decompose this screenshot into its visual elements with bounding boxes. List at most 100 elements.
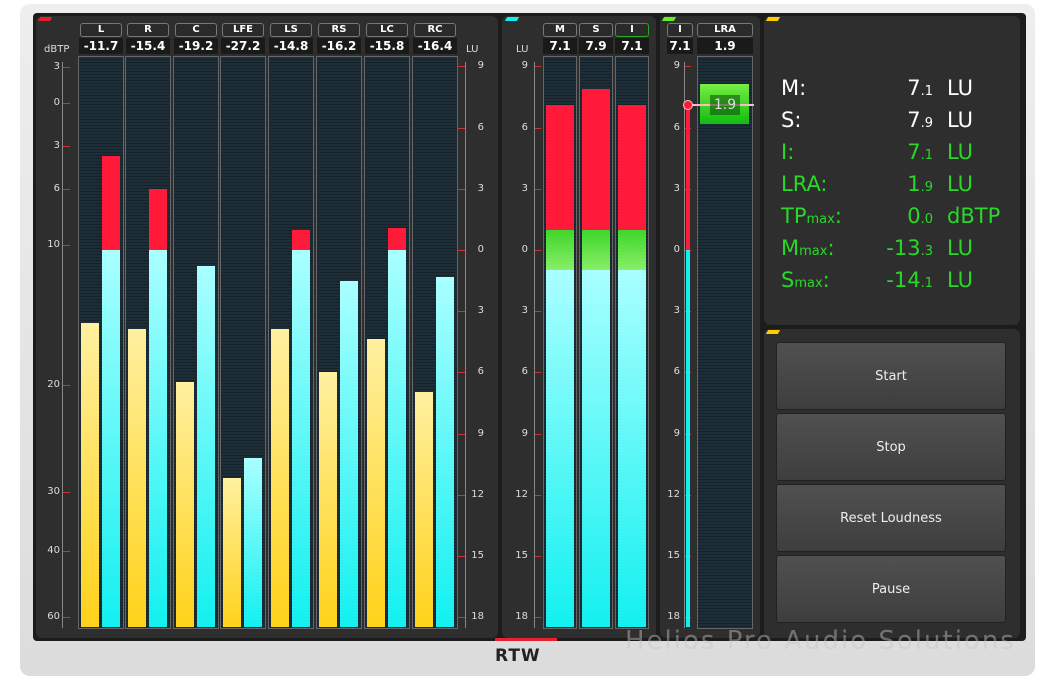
over-bar	[582, 88, 610, 230]
dbtp-tick-mark	[63, 385, 70, 386]
loudness-bar	[102, 250, 120, 627]
msi-unit-label: LU	[516, 44, 529, 55]
dbtp-tick-label: 6	[53, 183, 60, 194]
lu-tick-label: 0	[673, 244, 680, 255]
loudness-bar	[292, 250, 310, 627]
channel-label-lfe: LFE	[222, 23, 264, 37]
pause-button[interactable]: Pause	[776, 555, 1006, 623]
lu-tick-mark	[534, 127, 541, 129]
target-zone-bar	[546, 229, 574, 271]
lu-scale-line	[465, 62, 466, 628]
summary-label: I:	[781, 140, 795, 164]
channel-peak-readout: -27.2	[221, 38, 265, 54]
dbtp-unit-label: dBTP	[44, 44, 70, 55]
panel-tag-yellow-2	[765, 330, 781, 334]
lu-tick-label: 12	[515, 488, 528, 500]
meter-readout: 7.9	[579, 38, 613, 54]
channel-label-ls: LS	[270, 23, 312, 37]
summary-value: 0.0	[907, 204, 933, 228]
lu-tick-label: 12	[471, 488, 484, 500]
peak-bar	[415, 392, 433, 627]
loudness-bar	[244, 458, 262, 627]
dbtp-tick-label: 30	[47, 486, 60, 497]
summary-label: LRA:	[781, 172, 828, 196]
loudness-bar	[197, 266, 215, 627]
integrated-over-bar	[686, 105, 690, 250]
over-bar	[292, 229, 310, 250]
lu-tick-mark	[534, 617, 541, 619]
lu-tick-mark	[458, 494, 465, 496]
lu-tick-label: 3	[521, 305, 528, 317]
peak-bar	[176, 382, 194, 627]
lu-tick-mark	[458, 617, 465, 619]
integrated-bar	[686, 250, 690, 627]
lu-tick-label: 9	[673, 427, 680, 439]
peak-bar	[223, 478, 241, 627]
summary-label: S:	[781, 108, 802, 132]
lu-tick-label: 6	[673, 366, 680, 378]
dbtp-tick-label: 3	[53, 61, 60, 72]
summary-value: 7.9	[907, 108, 933, 132]
dbtp-tick-label: 20	[47, 379, 60, 390]
lu-tick-label: 3	[477, 182, 484, 194]
lu-tick-label: 3	[477, 305, 484, 317]
lu-tick-mark	[458, 556, 465, 557]
dbtp-tick-mark	[63, 492, 70, 493]
peak-bar	[367, 338, 385, 627]
lu-tick-label: 6	[521, 366, 528, 378]
lu-tick-mark	[534, 433, 541, 435]
loudness-bar	[582, 270, 610, 627]
dbtp-tick-label: 10	[47, 239, 60, 250]
summary-unit: LU	[947, 268, 974, 292]
over-bar	[388, 227, 406, 250]
lu-scale-line	[534, 62, 535, 628]
channel-peak-readout: -19.2	[174, 38, 218, 54]
loudness-bar	[388, 250, 406, 627]
lu-tick-mark	[458, 250, 465, 251]
lu-tick-mark	[534, 188, 541, 190]
start-button[interactable]: Start	[776, 342, 1006, 410]
stop-button[interactable]: Stop	[776, 413, 1006, 481]
over-bar	[102, 156, 120, 250]
lu-tick-mark	[534, 66, 541, 68]
channel-peak-readout: -11.7	[79, 38, 123, 54]
loudness-bar	[618, 270, 646, 627]
reset-loudness-button[interactable]: Reset Loudness	[776, 484, 1006, 552]
panel-tag-red	[37, 17, 53, 21]
lu-tick-mark	[458, 127, 465, 129]
dbtp-tick-label: 3	[53, 140, 60, 151]
summary-row: Mmax: -13.3 LU	[781, 234, 1011, 266]
lu-tick-label: 15	[667, 550, 680, 561]
over-bar	[618, 105, 646, 230]
peak-bar	[81, 323, 99, 627]
channel-peak-readout: -15.8	[365, 38, 409, 54]
channel-label-lc: LC	[366, 23, 408, 37]
panel-tag-cyan	[504, 17, 520, 21]
dbtp-tick-label: 40	[47, 545, 60, 556]
lu-tick-label: 15	[515, 550, 528, 561]
lu-tick-label: 6	[521, 121, 528, 133]
logo-accent	[495, 638, 557, 641]
summary-row: TPmax: 0.0 dBTP	[781, 202, 1011, 234]
dbtp-tick-mark	[63, 551, 70, 552]
loudness-bar	[436, 276, 454, 627]
dbtp-scale-line	[62, 62, 63, 628]
dbtp-tick-mark	[63, 146, 70, 147]
peak-bar	[128, 329, 146, 627]
lra-meter	[697, 56, 753, 629]
summary-label: Smax:	[781, 268, 830, 292]
integrated-label: I	[667, 23, 693, 37]
channel-label-rc: RC	[414, 23, 456, 37]
summary-label: TPmax:	[781, 204, 842, 228]
lu-tick-label: 18	[667, 611, 680, 623]
target-zone-bar	[618, 229, 646, 271]
meter-label-s: S	[579, 23, 613, 37]
lu-tick-label: 3	[673, 305, 680, 317]
lu-tick-label: 0	[477, 244, 484, 255]
summary-unit: LU	[947, 236, 974, 260]
summary-row: I: 7.1 LU	[781, 138, 1011, 170]
loudness-bar	[340, 280, 358, 627]
over-bar	[546, 105, 574, 230]
summary-unit: dBTP	[947, 204, 1001, 228]
loudness-bar	[149, 250, 167, 627]
